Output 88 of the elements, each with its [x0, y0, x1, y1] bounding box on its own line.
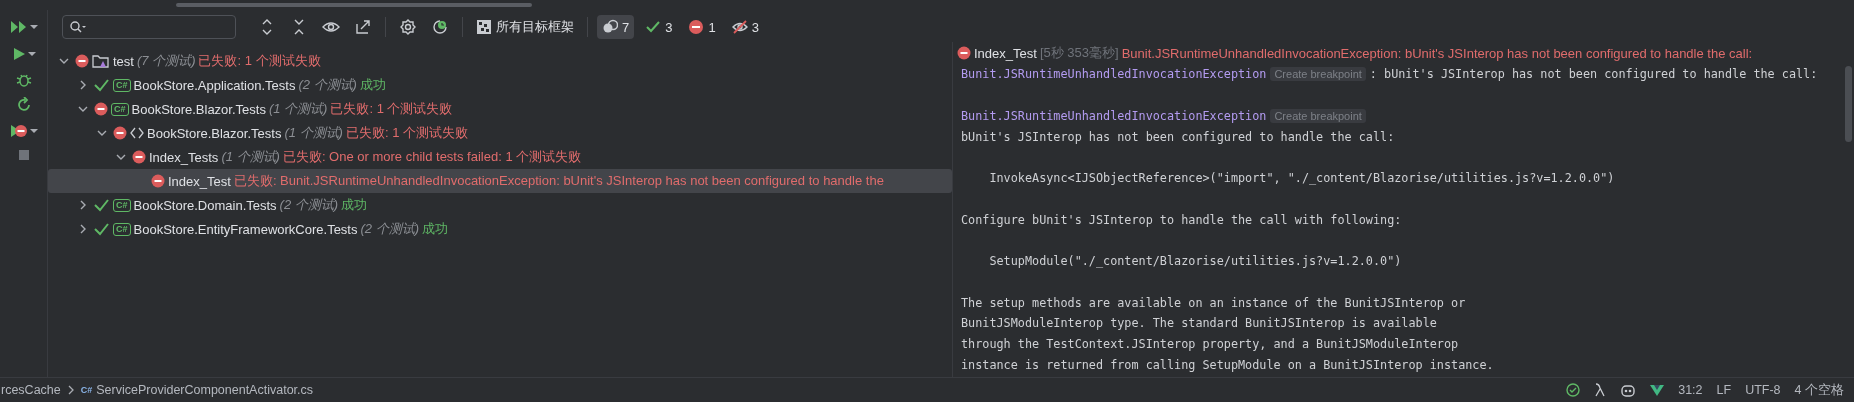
test-result: 成功	[422, 220, 448, 238]
filter-toggle[interactable]: 7	[597, 15, 635, 39]
run-all-icon[interactable]	[9, 20, 28, 34]
test-name: BookStore.EntityFrameworkCore.Tests	[133, 221, 358, 237]
output-line: instance is returned from calling SetupModule on a BunitJSInterop instance.	[961, 357, 1494, 372]
settings-icon[interactable]	[399, 18, 417, 36]
tree-row[interactable]: C# BookStore.Blazor.Tests (1 个测试) 已失败: 1 个测试失败	[48, 97, 952, 121]
test-result: 已失败: 1 个测试失败	[345, 124, 468, 142]
grid-icon	[476, 19, 492, 35]
test-title: Index_Test	[974, 45, 1037, 61]
output-line: bUnit's JSInterop has not been configured to handle the call:	[961, 129, 1395, 144]
indent-setting[interactable]: 4 个空格	[1794, 381, 1844, 399]
tree-row[interactable]: C# BookStore.EntityFrameworkCore.Tests (2 个测试) 成功	[48, 217, 952, 241]
caret-icon	[29, 24, 38, 30]
filter-toggle[interactable]: 3	[726, 15, 764, 39]
test-count: (1 个测试)	[268, 100, 328, 118]
test-count: (2 个测试)	[298, 76, 357, 94]
encoding[interactable]: UTF-8	[1745, 383, 1781, 397]
hidden-eye-icon	[731, 19, 748, 35]
robot-icon[interactable]	[1620, 383, 1637, 397]
braces-icon	[130, 126, 144, 140]
breadcrumb[interactable]: rcesCache	[1, 383, 61, 397]
test-count: (2 个测试)	[360, 220, 419, 238]
language-badge: C#	[111, 102, 129, 116]
history-icon[interactable]	[431, 18, 449, 36]
test-name: Index_Tests	[149, 149, 219, 165]
scrollbar-thumb[interactable]	[176, 3, 532, 7]
cursor-position[interactable]: 31:2	[1678, 383, 1703, 397]
test-name: BookStore.Application.Tests	[133, 77, 296, 93]
test-name: BookStore.Blazor.Tests	[131, 101, 266, 117]
output-line: through the TestContext.JSInterop property, and a BunitJSModuleInterop	[961, 337, 1459, 352]
tree-row[interactable]: Index_Tests (1 个测试) 已失败: One or more child tests failed: 1 个测试失败	[48, 145, 952, 169]
breadcrumb[interactable]: C# ServiceProviderComponentActivator.cs	[80, 383, 314, 397]
test-result: 成功	[359, 76, 386, 94]
run-failed-icon[interactable]	[9, 123, 28, 139]
test-result: 已失败: Bunit.JSRuntimeUnhandledInvocationException: bUnit's JSInterop has not been configured to handle the	[233, 172, 884, 190]
tree-row[interactable]: Index_Test 已失败: Bunit.JSRuntimeUnhandledInvocationException: bUnit's JSInterop has not been configured to handle the	[48, 169, 952, 193]
language-badge: C#	[113, 78, 131, 92]
output-line: BunitJSModuleInterop type. The standard BunitJSInterop is available	[961, 316, 1437, 331]
output-text: : bUnit's JSInterop has not been configured to handle the call:	[1369, 67, 1818, 82]
caret-icon	[29, 128, 38, 134]
language-badge: C#	[113, 222, 131, 236]
exception-link[interactable]: Bunit.JSRuntimeUnhandledInvocationException	[961, 108, 1267, 123]
lambda-icon[interactable]	[1594, 383, 1607, 397]
search-field[interactable]	[62, 15, 236, 39]
tree-row[interactable]: test (7 个测试) 已失败: 1 个测试失败	[48, 49, 952, 73]
stop-icon[interactable]	[17, 149, 30, 161]
test-name: Index_Test	[168, 173, 231, 189]
output-line: Configure bUnit's JSInterop to handle the call with following:	[961, 212, 1402, 227]
check-icon	[645, 19, 662, 35]
duration: [5秒 353毫秒]	[1039, 44, 1119, 62]
triangle-icon[interactable]	[1650, 384, 1665, 396]
chevron-icon	[66, 385, 75, 395]
export-icon[interactable]	[354, 18, 372, 36]
tree-row[interactable]: BookStore.Blazor.Tests (1 个测试) 已失败: 1 个测试失败	[48, 121, 952, 145]
tree-row[interactable]: C# BookStore.Application.Tests (2 个测试) 成功	[48, 73, 952, 97]
tree-row[interactable]: C# BookStore.Domain.Tests (2 个测试) 成功	[48, 193, 952, 217]
test-count: (1 个测试)	[284, 124, 343, 142]
test-result: 已失败: 1 个测试失败	[330, 100, 453, 118]
filter-toggle[interactable]: 1	[683, 15, 721, 39]
test-name: BookStore.Blazor.Tests	[147, 125, 282, 141]
failed-icon	[688, 19, 705, 35]
test-result: 已失败: 1 个测试失败	[198, 52, 321, 70]
caret-icon	[27, 51, 36, 57]
test-name: test	[113, 53, 134, 69]
framework-button[interactable]: 所有目标框架	[472, 15, 578, 39]
scrollbar-thumb[interactable]	[1844, 66, 1852, 142]
bug-icon[interactable]	[15, 72, 32, 88]
test-name: BookStore.Domain.Tests	[133, 197, 277, 213]
test-count: (2 个测试)	[279, 196, 339, 214]
error-message: Bunit.JSRuntimeUnhandledInvocationException: bUnit's JSInterop has not been configured to handle the call:	[1121, 45, 1753, 61]
tests-icon	[602, 19, 618, 35]
search-icon	[69, 20, 87, 34]
exception-link[interactable]: Bunit.JSRuntimeUnhandledInvocationException	[961, 67, 1267, 82]
output-line: The setup methods are available on an instance of the BunitJSInterop or	[961, 295, 1466, 310]
check-circle-icon[interactable]	[1566, 383, 1581, 397]
folder-icon	[92, 53, 110, 69]
test-result: 成功	[341, 196, 368, 214]
output-line: InvokeAsync<IJSObjectReference>("import", "./_content/Blazorise/utilities.js?v=1.2.0.0")	[988, 171, 1615, 186]
test-count: (1 个测试)	[221, 148, 280, 166]
test-count: (7 个测试)	[136, 52, 196, 70]
rerun-icon[interactable]	[15, 97, 32, 113]
output-line: SetupModule("./_content/Blazorise/utilities.js?v=1.2.0.0")	[988, 254, 1402, 269]
line-ending[interactable]: LF	[1716, 383, 1732, 397]
run-icon[interactable]	[11, 47, 26, 61]
filter-toggle[interactable]: 3	[640, 15, 678, 39]
test-result: 已失败: One or more child tests failed: 1 个测试失败	[282, 148, 582, 166]
language-badge: C#	[113, 198, 131, 212]
